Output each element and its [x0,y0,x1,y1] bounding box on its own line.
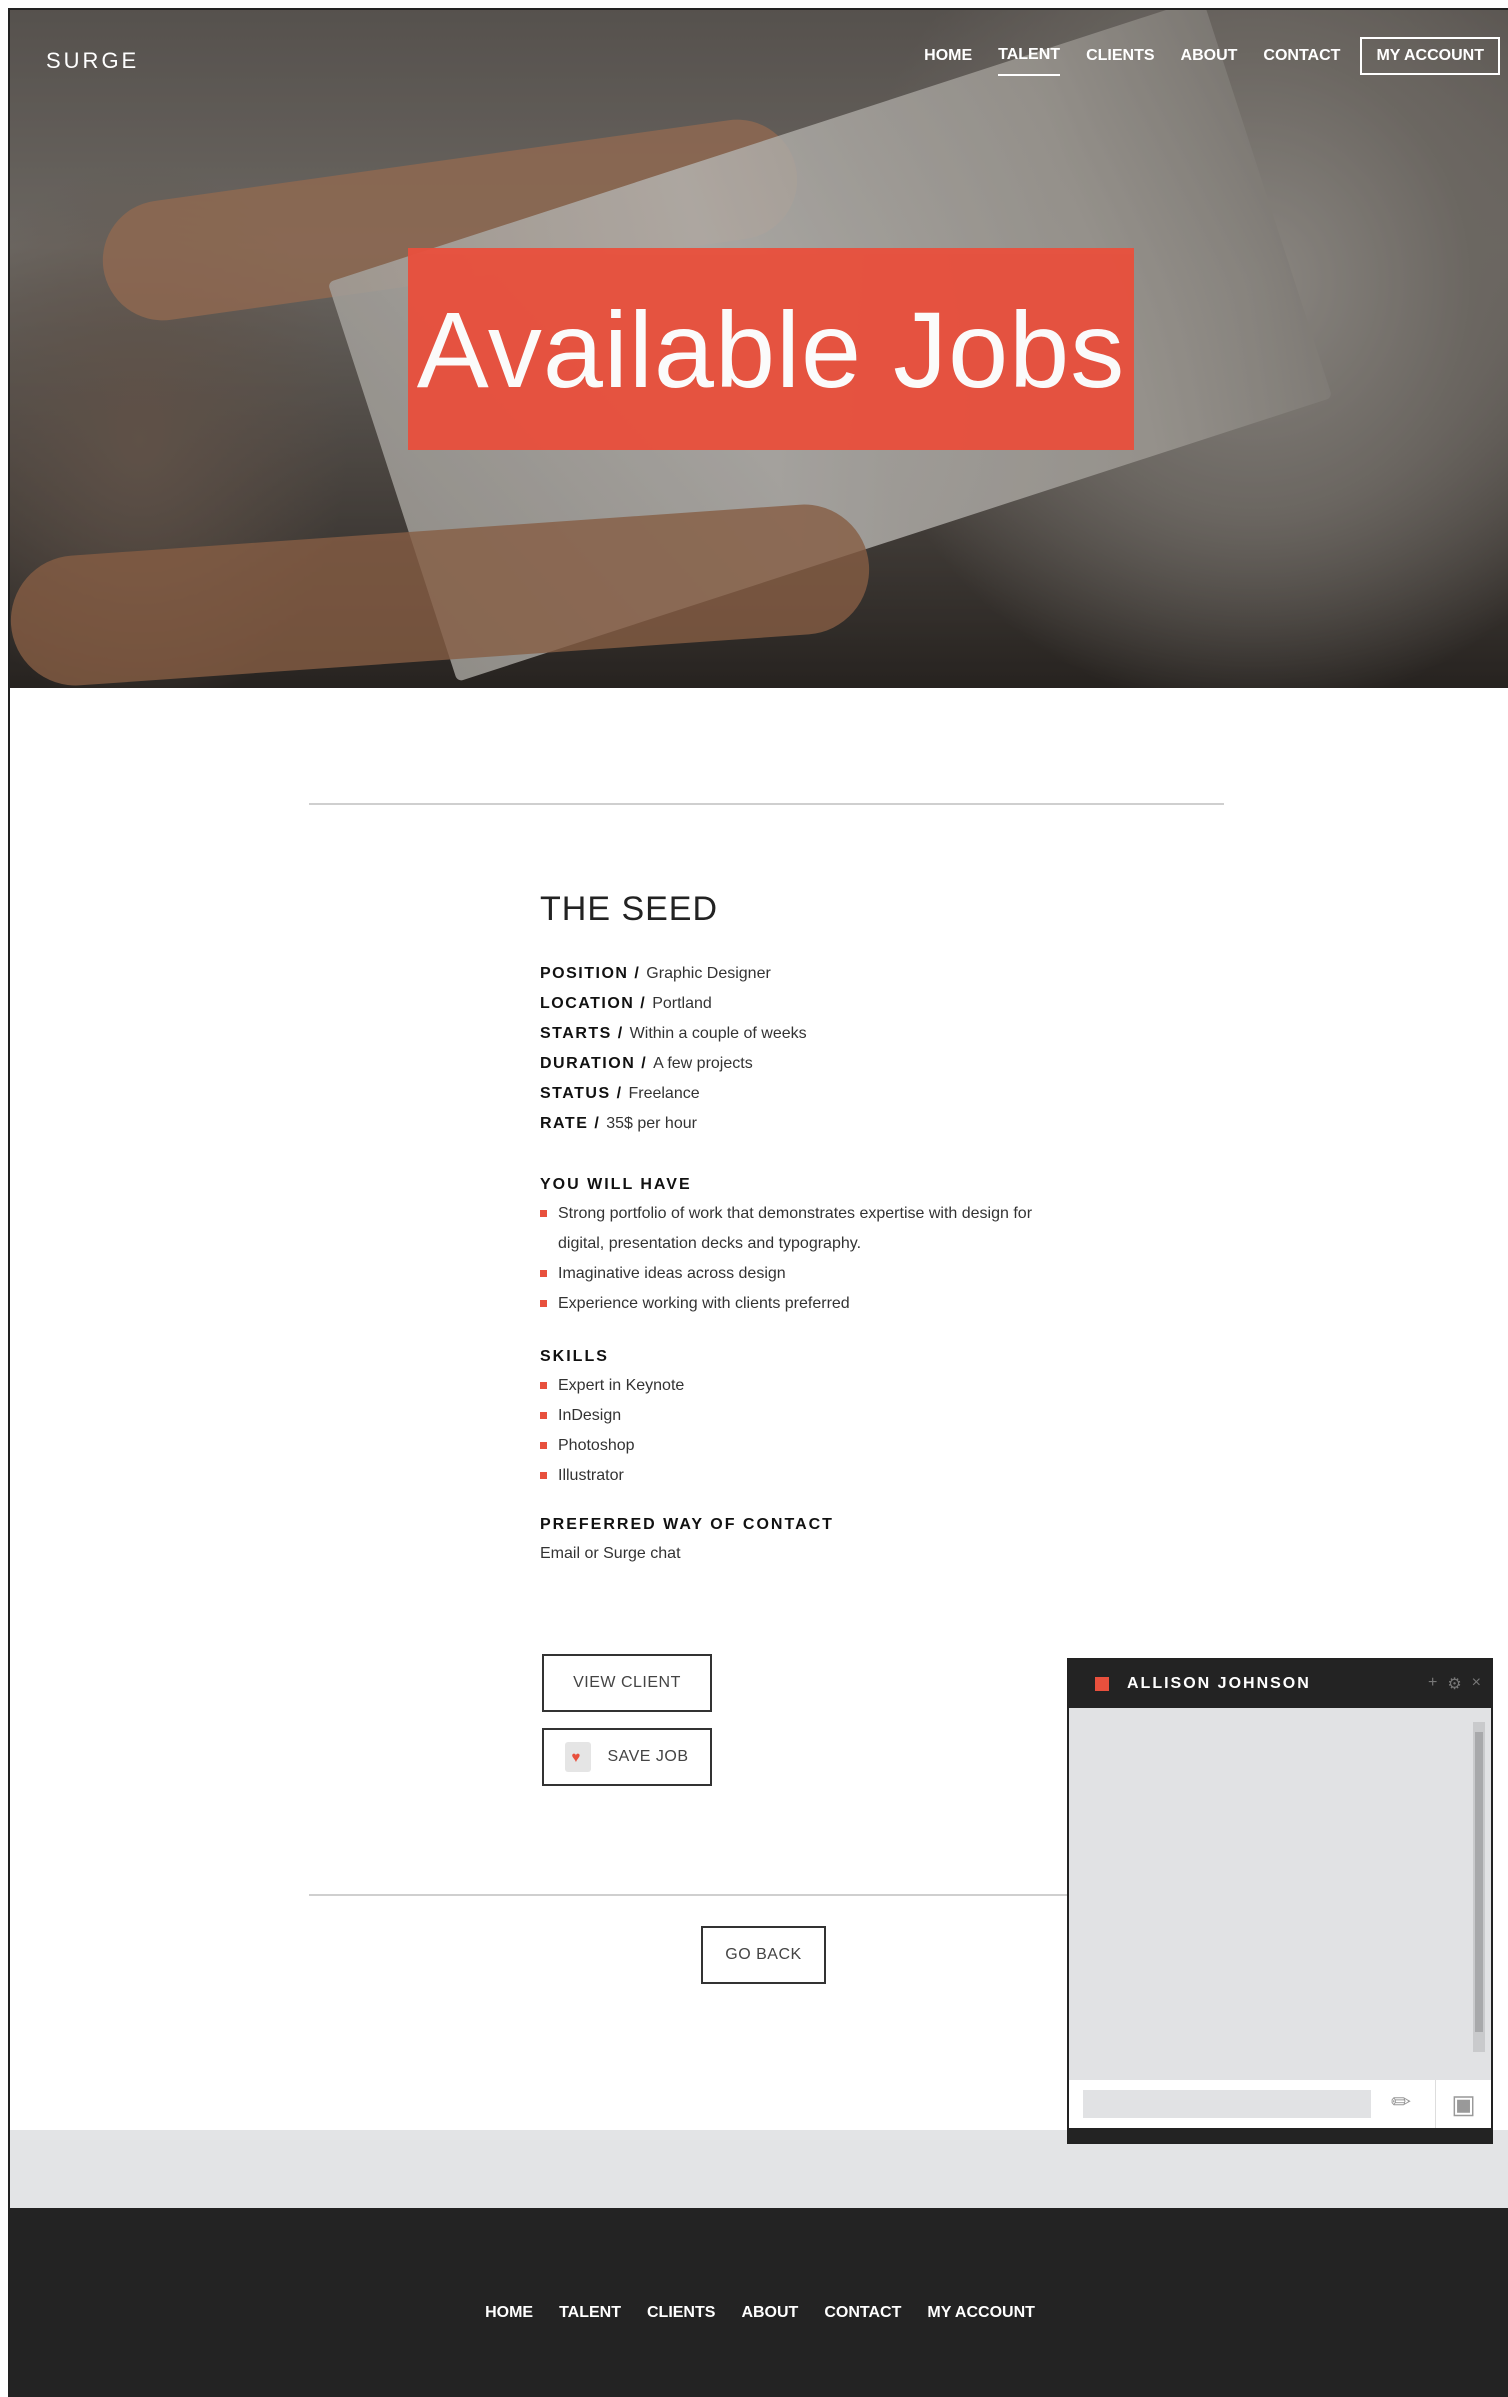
go-back-label: GO BACK [725,1946,802,1963]
list-item: Illustrator [540,1461,1060,1491]
contact-value: Email or Surge chat [540,1545,681,1562]
chat-add-icon[interactable]: + [1428,1674,1437,1694]
chat-window: ALLISON JOHNSON + ⚙ × ✏ ▣ [1067,1658,1493,2144]
chat-scrollbar[interactable] [1473,1722,1485,2052]
job-attribute-position: POSITION / Graphic Designer [540,965,771,982]
job-details: THE SEED POSITION / Graphic Designer LOC… [540,890,1060,1569]
save-job-label: SAVE JOB [607,1748,689,1765]
list-item: Expert in Keynote [540,1371,1060,1401]
top-divider [309,803,1224,805]
shopping-bag-heart-icon [565,1742,592,1772]
chat-controls: + ⚙ × [1418,1674,1481,1694]
nav-about[interactable]: ABOUT [1181,37,1238,75]
job-attribute-status: STATUS / Freelance [540,1085,700,1102]
chat-close-icon[interactable]: × [1472,1674,1481,1694]
footer-nav-talent[interactable]: TALENT [559,2304,621,2322]
you-will-have-list: Strong portfolio of work that demonstrat… [540,1199,1060,1319]
nav-clients[interactable]: CLIENTS [1086,37,1154,75]
chat-footer-bar [1069,2128,1491,2142]
nav-contact[interactable]: CONTACT [1263,37,1340,75]
job-title: THE SEED [540,890,719,928]
job-attribute-starts: STARTS / Within a couple of weeks [540,1025,807,1042]
footer-nav-home[interactable]: HOME [485,2304,533,2322]
chat-input-bar: ✏ ▣ [1069,2080,1491,2128]
skills-heading: SKILLS [540,1348,609,1365]
list-item: Imaginative ideas across design [540,1259,1060,1289]
contact-heading: PREFERRED WAY OF CONTACT [540,1516,834,1533]
status-dot-icon [1095,1677,1109,1691]
bottom-divider [309,1894,1069,1896]
job-attribute-rate: RATE / 35$ per hour [540,1115,697,1132]
list-item: Photoshop [540,1431,1060,1461]
top-nav: HOME TALENT CLIENTS ABOUT CONTACT MY ACC… [898,36,1500,76]
nav-talent[interactable]: TALENT [998,36,1061,76]
camera-icon[interactable]: ▣ [1435,2080,1491,2128]
job-attribute-duration: DURATION / A few projects [540,1055,753,1072]
nav-my-account-button[interactable]: MY ACCOUNT [1360,37,1500,75]
save-job-button[interactable]: SAVE JOB [542,1728,712,1786]
hero-title-box: Available Jobs [408,248,1134,450]
chat-settings-icon[interactable]: ⚙ [1447,1674,1461,1694]
footer: HOME TALENT CLIENTS ABOUT CONTACT MY ACC… [10,2208,1508,2397]
page-title: Available Jobs [416,288,1126,410]
list-item: Experience working with clients preferre… [540,1289,1060,1319]
chat-message-input[interactable] [1083,2090,1371,2118]
nav-home[interactable]: HOME [924,37,972,75]
go-back-button[interactable]: GO BACK [701,1926,826,1984]
job-attribute-location: LOCATION / Portland [540,995,712,1012]
paperclip-icon[interactable]: ✏ [1391,2088,1411,2117]
brand-logo[interactable]: SURGE [46,48,139,74]
list-item: InDesign [540,1401,1060,1431]
footer-nav: HOME TALENT CLIENTS ABOUT CONTACT MY ACC… [10,2304,1508,2322]
view-client-button[interactable]: VIEW CLIENT [542,1654,712,1712]
footer-nav-contact[interactable]: CONTACT [824,2304,901,2322]
skills-list: Expert in Keynote InDesign Photoshop Ill… [540,1371,1060,1491]
chat-contact-name: ALLISON JOHNSON [1127,1675,1311,1692]
chat-header[interactable]: ALLISON JOHNSON + ⚙ × [1069,1660,1491,1708]
footer-nav-clients[interactable]: CLIENTS [647,2304,715,2322]
chat-scroll-thumb[interactable] [1475,1732,1483,2032]
footer-nav-my-account[interactable]: MY ACCOUNT [927,2304,1035,2322]
view-client-label: VIEW CLIENT [573,1674,681,1691]
you-will-have-heading: YOU WILL HAVE [540,1176,692,1193]
page: SURGE HOME TALENT CLIENTS ABOUT CONTACT … [8,8,1508,2397]
list-item: Strong portfolio of work that demonstrat… [540,1199,1060,1259]
hero-banner: SURGE HOME TALENT CLIENTS ABOUT CONTACT … [10,10,1508,688]
footer-nav-about[interactable]: ABOUT [741,2304,798,2322]
